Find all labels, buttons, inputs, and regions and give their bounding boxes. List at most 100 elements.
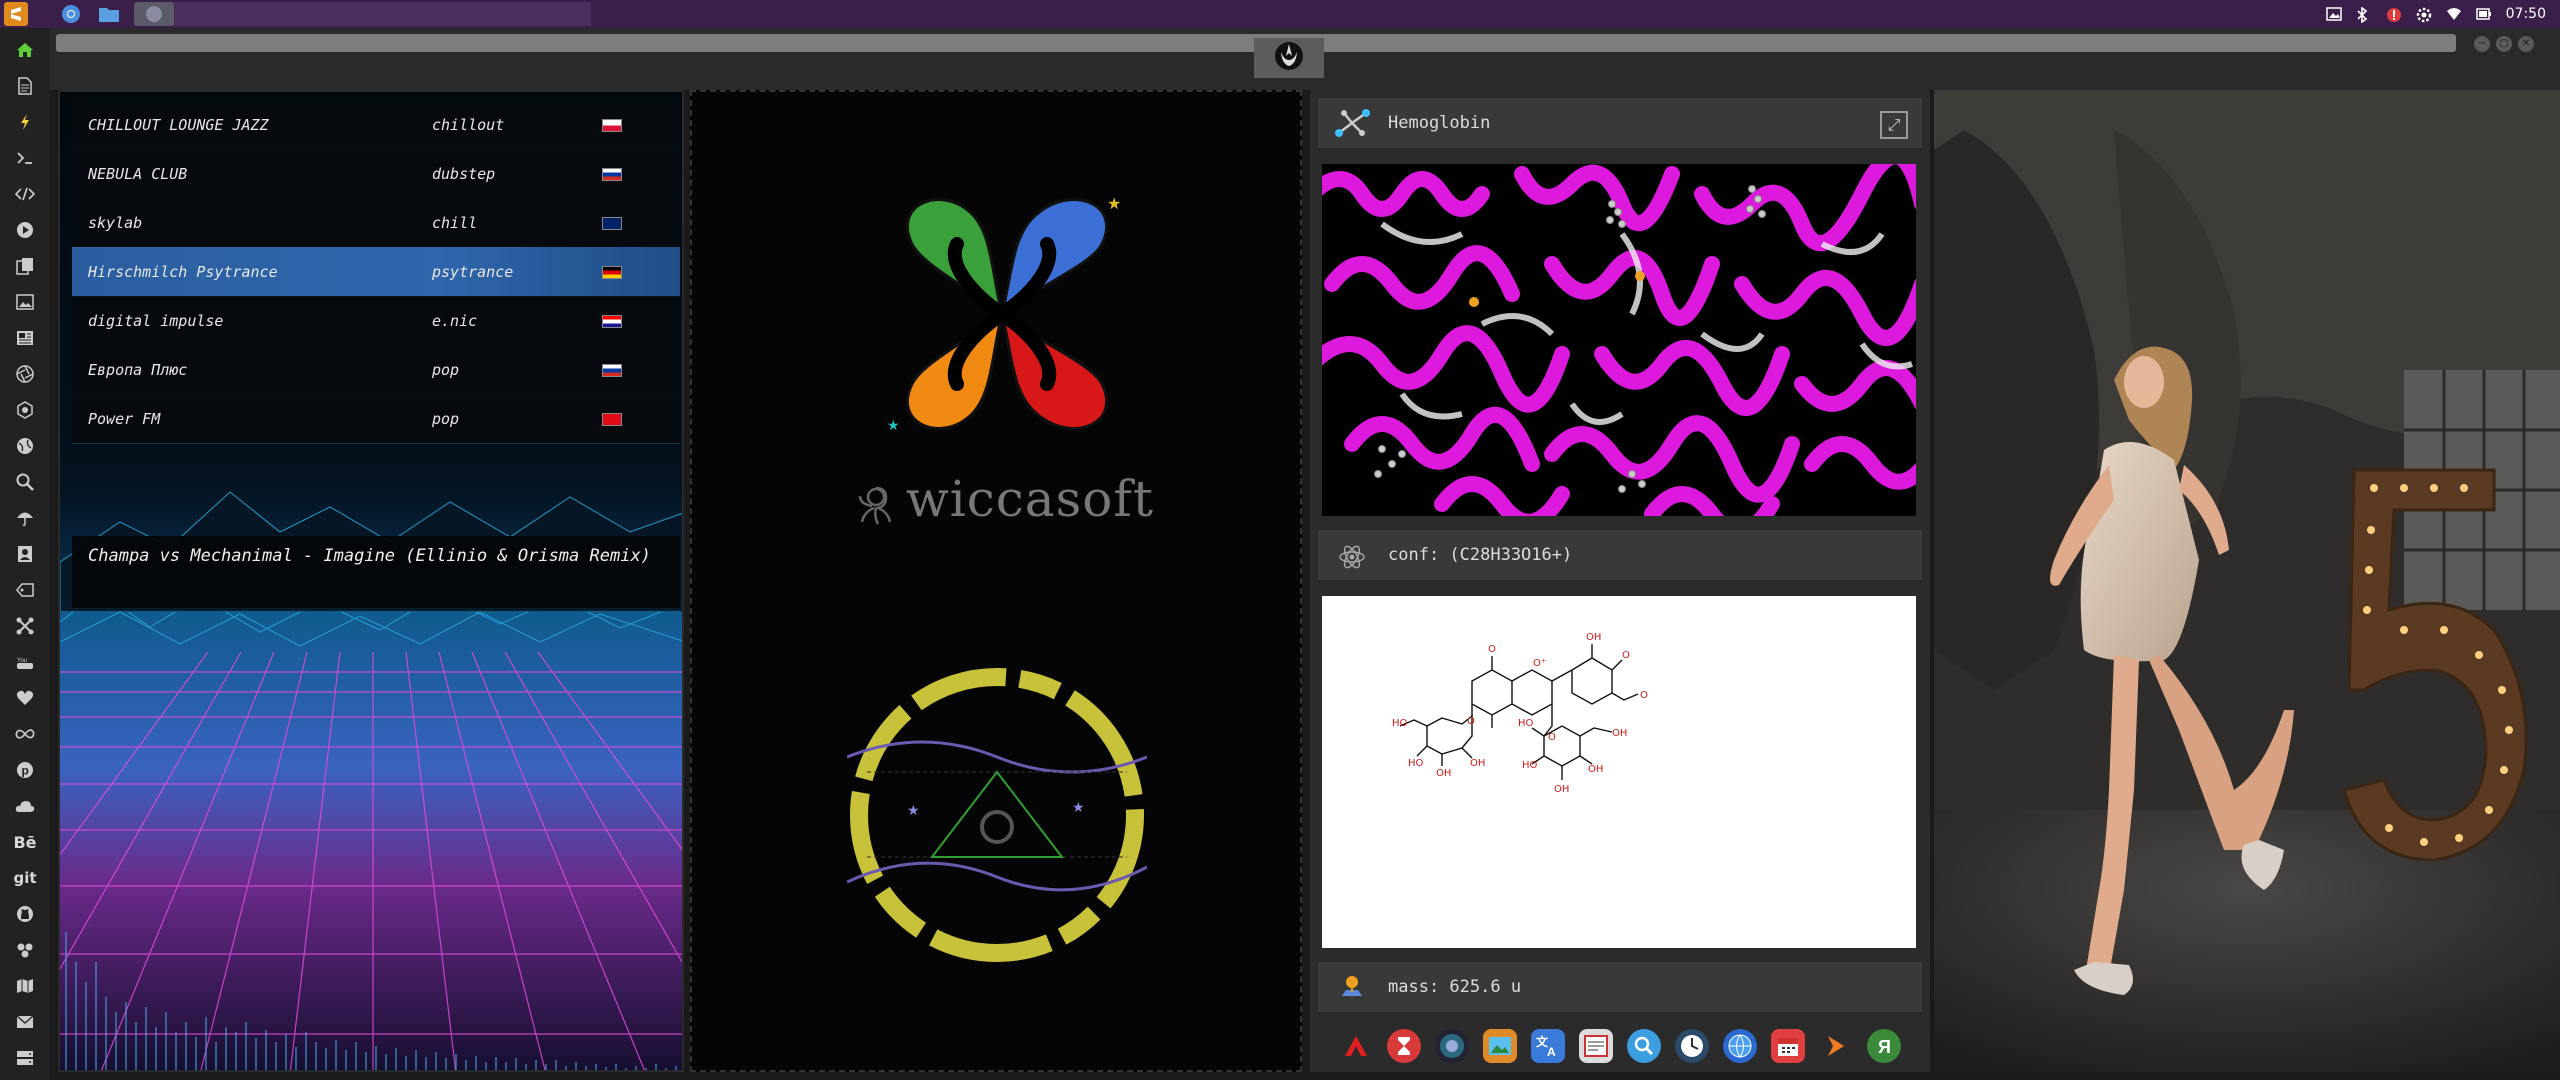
search-icon[interactable] (1627, 1029, 1661, 1063)
news-icon[interactable] (15, 324, 35, 352)
minimize-button[interactable]: − (2474, 36, 2490, 52)
bluetooth-icon[interactable] (2356, 6, 2372, 24)
station-genre: chill (432, 213, 478, 232)
yandex-icon[interactable]: Я (1867, 1029, 1901, 1063)
heart-icon[interactable] (15, 684, 35, 712)
browser-tab[interactable] (1254, 38, 1324, 78)
clock-icon[interactable] (1675, 1029, 1709, 1063)
code-icon[interactable] (15, 180, 35, 208)
mail-icon[interactable] (15, 1008, 35, 1036)
station-row[interactable]: Hirschmilch Psytrance psytrance (72, 247, 680, 297)
map-icon[interactable] (15, 972, 35, 1000)
station-row[interactable]: CHILLOUT LOUNGE JAZZ chillout (72, 100, 680, 150)
station-row[interactable]: Европа Плюс pop (72, 345, 680, 395)
mystic-eye-emblem: ★ ★ (847, 668, 1147, 962)
network-icon[interactable] (15, 612, 35, 640)
flag-de-icon (602, 266, 622, 279)
svg-text:O⁺: O⁺ (1533, 658, 1546, 669)
flag-ru-icon (602, 364, 622, 377)
station-genre: chillout (432, 115, 505, 134)
chemical-structure-diagram[interactable]: O O⁺ OH O O O O HO HO OH OH HO OH OH OH … (1322, 596, 1916, 948)
rebel-alliance-icon (1271, 40, 1307, 76)
image-icon[interactable] (15, 288, 35, 316)
left-sidebar-dock: You p Bē git (0, 28, 50, 1080)
bitbucket-icon[interactable] (15, 936, 35, 964)
contact-icon[interactable] (15, 540, 35, 568)
wiccasoft-logo-icon[interactable]: ★ ★ (862, 184, 1152, 454)
cloud-icon[interactable] (15, 792, 35, 820)
atom-icon (1338, 543, 1366, 576)
aperture-icon[interactable] (15, 360, 35, 388)
svg-text:HO: HO (1408, 758, 1424, 769)
molecule-header: Hemoglobin ⤢ (1318, 98, 1922, 148)
play-icon[interactable] (15, 216, 35, 244)
orb-icon[interactable] (1435, 1029, 1469, 1063)
hourglass-icon[interactable] (1387, 1029, 1421, 1063)
station-row[interactable]: NEBULA CLUB dubstep (72, 149, 680, 199)
calendar-icon[interactable] (1771, 1029, 1805, 1063)
document-icon[interactable] (15, 72, 35, 100)
sublime-app-icon[interactable] (4, 2, 28, 26)
files-app-icon[interactable] (94, 2, 124, 26)
svg-text:HO: HO (1518, 718, 1534, 729)
update-alert-icon[interactable] (2386, 7, 2402, 22)
globe-icon[interactable] (15, 432, 35, 460)
wifi-icon[interactable] (2446, 7, 2462, 21)
svg-text:OH: OH (1612, 728, 1627, 739)
active-window-icon[interactable] (134, 2, 174, 26)
system-top-bar: 07:50 (0, 0, 2560, 28)
station-name: digital impulse (88, 311, 224, 330)
home-icon[interactable] (15, 36, 35, 64)
screenshot-icon[interactable] (2325, 7, 2342, 21)
station-genre: e.nic (432, 311, 478, 330)
svg-text:HO: HO (1392, 718, 1408, 729)
maximize-button[interactable]: ▢ (2496, 36, 2512, 52)
youtube-icon[interactable]: You (15, 648, 35, 676)
settings-icon[interactable] (2416, 7, 2432, 23)
globe-icon[interactable] (1723, 1029, 1757, 1063)
hexagon-icon[interactable] (15, 396, 35, 424)
station-name: Hirschmilch Psytrance (88, 262, 278, 281)
photo-panel[interactable] (1934, 90, 2560, 1072)
station-name: NEBULA CLUB (88, 164, 188, 183)
translate-icon[interactable]: 文A (1531, 1029, 1565, 1063)
lightning-icon[interactable] (15, 108, 35, 136)
station-row[interactable]: skylab chill (72, 198, 680, 248)
svg-text:OH: OH (1470, 758, 1485, 769)
terminal-icon[interactable] (15, 144, 35, 172)
search-icon[interactable] (15, 468, 35, 496)
station-row[interactable]: digital impulse e.nic (72, 296, 680, 346)
photos-icon[interactable] (1483, 1029, 1517, 1063)
svg-text:O: O (1640, 690, 1648, 701)
umbrella-icon[interactable] (15, 504, 35, 532)
location-user-icon (1338, 974, 1366, 1005)
battery-icon[interactable] (2475, 7, 2492, 21)
behance-icon[interactable]: Bē (13, 828, 36, 856)
svg-text:★: ★ (907, 803, 920, 819)
flag-ru-icon (602, 168, 622, 181)
pinterest-icon[interactable]: p (15, 756, 35, 784)
svg-text:OH: OH (1586, 632, 1601, 643)
now-playing-label: Champa vs Mechanimal - Imagine (Ellinio … (72, 536, 680, 608)
protein-structure-view[interactable] (1322, 164, 1916, 516)
svg-text:★: ★ (1107, 194, 1121, 213)
chrome-app-icon[interactable] (56, 2, 86, 26)
git-icon[interactable]: git (13, 864, 36, 892)
infinity-icon[interactable] (15, 720, 35, 748)
svg-text:OH: OH (1436, 768, 1451, 779)
adobe-icon[interactable] (1339, 1029, 1373, 1063)
taskbar-strip (165, 2, 591, 26)
clock-time[interactable]: 07:50 (2506, 6, 2546, 22)
github-icon[interactable] (15, 900, 35, 928)
close-window-button[interactable]: ✕ (2518, 36, 2534, 52)
station-row[interactable]: Power FM pop (72, 394, 680, 444)
station-name: CHILLOUT LOUNGE JAZZ (88, 115, 269, 134)
expand-button[interactable]: ⤢ (1880, 111, 1908, 139)
flag-pl-icon (602, 119, 622, 132)
copy-icon[interactable] (15, 252, 35, 280)
notes-icon[interactable] (1579, 1029, 1613, 1063)
arrow-icon[interactable] (1819, 1029, 1853, 1063)
tag-icon[interactable] (15, 576, 35, 604)
server-icon[interactable] (15, 1044, 35, 1072)
station-genre: pop (432, 409, 460, 428)
